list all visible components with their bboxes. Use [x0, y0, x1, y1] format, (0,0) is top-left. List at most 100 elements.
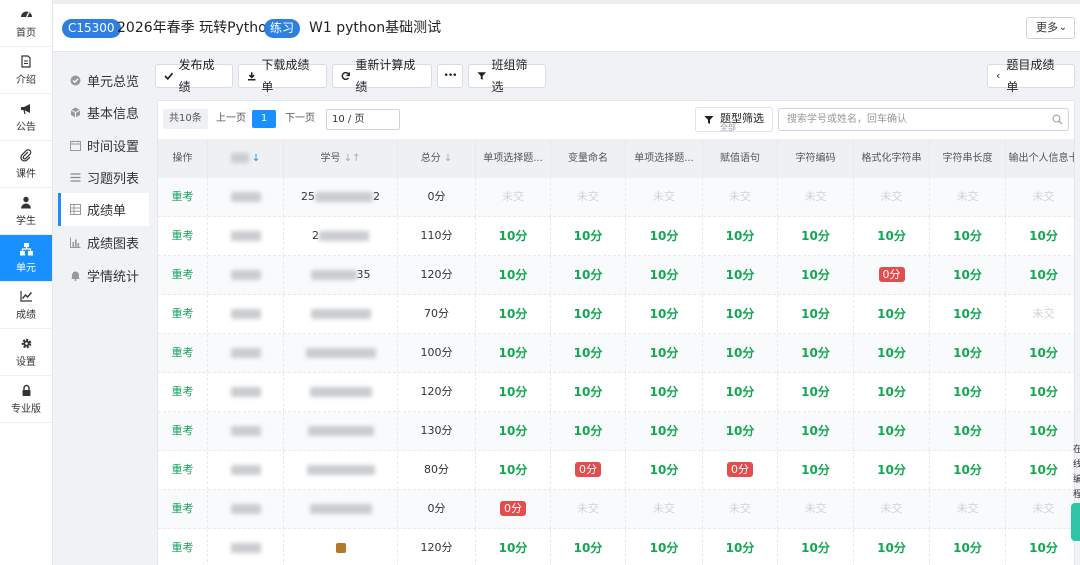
question-score-cell[interactable]: 10分: [930, 373, 1006, 411]
column-header-2[interactable]: 学号 ↓↑: [284, 139, 398, 178]
question-score-cell[interactable]: 10分: [854, 334, 930, 372]
question-score-cell[interactable]: 10分: [476, 373, 551, 411]
question-score-cell[interactable]: 10分: [930, 529, 1006, 565]
question-score-cell[interactable]: 0分: [551, 451, 626, 489]
rail-item-3[interactable]: 课件: [0, 141, 52, 188]
question-score-cell[interactable]: 10分: [476, 529, 551, 565]
question-score-cell[interactable]: 10分: [551, 295, 626, 333]
page-1-button[interactable]: 1: [252, 110, 276, 128]
question-score-cell[interactable]: 0分: [476, 490, 551, 528]
question-score-cell[interactable]: 10分: [551, 256, 626, 294]
question-score-cell[interactable]: 未交: [930, 490, 1006, 528]
question-score-cell[interactable]: 0分: [703, 451, 778, 489]
question-score-cell[interactable]: 10分: [1006, 256, 1074, 294]
question-score-cell[interactable]: 10分: [1006, 217, 1074, 255]
next-page-button[interactable]: 下一页: [285, 109, 315, 129]
question-score-cell[interactable]: 未交: [703, 490, 778, 528]
submenu-item-1[interactable]: 基本信息: [58, 96, 149, 129]
rail-item-4[interactable]: 学生: [0, 188, 52, 235]
question-score-cell[interactable]: 未交: [930, 178, 1006, 216]
rail-item-6[interactable]: 成绩: [0, 282, 52, 329]
question-score-cell[interactable]: 10分: [778, 217, 854, 255]
retake-button[interactable]: 重考: [158, 373, 208, 411]
online-coding-tab[interactable]: [1071, 503, 1080, 541]
question-score-cell[interactable]: 10分: [626, 451, 703, 489]
retake-button[interactable]: 重考: [158, 490, 208, 528]
retake-button[interactable]: 重考: [158, 334, 208, 372]
question-score-cell[interactable]: 10分: [778, 295, 854, 333]
question-score-cell[interactable]: 10分: [854, 412, 930, 450]
question-score-cell[interactable]: 未交: [1006, 490, 1074, 528]
retake-button[interactable]: 重考: [158, 529, 208, 565]
rail-item-8[interactable]: 专业版: [0, 376, 52, 423]
question-score-cell[interactable]: 10分: [854, 451, 930, 489]
question-score-cell[interactable]: 10分: [551, 334, 626, 372]
question-score-cell[interactable]: 未交: [854, 178, 930, 216]
rail-item-0[interactable]: 首页: [0, 0, 52, 47]
question-score-cell[interactable]: 未交: [778, 178, 854, 216]
download-scores-button[interactable]: 下载成绩单: [238, 58, 327, 94]
question-score-cell[interactable]: 10分: [703, 412, 778, 450]
submenu-item-2[interactable]: 时间设置: [58, 129, 149, 162]
submenu-item-6[interactable]: 学情统计: [58, 259, 149, 292]
retake-button[interactable]: 重考: [158, 295, 208, 333]
question-score-cell[interactable]: 未交: [1006, 178, 1074, 216]
question-score-cell[interactable]: 未交: [551, 490, 626, 528]
question-score-cell[interactable]: 10分: [930, 217, 1006, 255]
question-score-cell[interactable]: 10分: [703, 334, 778, 372]
question-score-cell[interactable]: 未交: [476, 178, 551, 216]
question-score-cell[interactable]: 10分: [930, 412, 1006, 450]
question-score-cell[interactable]: 10分: [626, 334, 703, 372]
rail-item-1[interactable]: 介绍: [0, 47, 52, 94]
question-score-cell[interactable]: 10分: [930, 295, 1006, 333]
retake-button[interactable]: 重考: [158, 256, 208, 294]
recalculate-scores-button[interactable]: 重新计算成绩: [332, 58, 432, 94]
question-score-cell[interactable]: 10分: [1006, 373, 1074, 411]
question-score-cell[interactable]: 10分: [854, 217, 930, 255]
question-type-filter-button[interactable]: 题型筛选 全部: [695, 107, 773, 132]
question-score-cell[interactable]: 10分: [1006, 529, 1074, 565]
more-actions-button[interactable]: •••: [437, 64, 463, 88]
column-header-1[interactable]: ↓: [208, 139, 284, 178]
question-score-cell[interactable]: 未交: [626, 178, 703, 216]
question-score-cell[interactable]: 10分: [854, 373, 930, 411]
question-score-cell[interactable]: 10分: [778, 373, 854, 411]
question-score-cell[interactable]: 10分: [626, 217, 703, 255]
question-score-cell[interactable]: 未交: [626, 490, 703, 528]
more-dropdown-button[interactable]: 更多 ⌄: [1026, 17, 1075, 39]
publish-scores-button[interactable]: 发布成绩: [155, 58, 233, 94]
question-score-cell[interactable]: 未交: [703, 178, 778, 216]
question-score-cell[interactable]: 未交: [551, 178, 626, 216]
question-score-cell[interactable]: 10分: [1006, 334, 1074, 372]
column-header-3[interactable]: 总分 ↓: [398, 139, 476, 178]
rail-item-2[interactable]: 公告: [0, 94, 52, 141]
question-score-cell[interactable]: 10分: [551, 412, 626, 450]
group-filter-button[interactable]: 班组筛选: [468, 58, 546, 94]
question-score-cell[interactable]: 10分: [476, 256, 551, 294]
question-score-cell[interactable]: 10分: [930, 256, 1006, 294]
submenu-item-3[interactable]: 习题列表: [58, 161, 149, 194]
question-score-cell[interactable]: 0分: [854, 256, 930, 294]
question-score-cell[interactable]: 10分: [854, 529, 930, 565]
question-score-cell[interactable]: 10分: [1006, 412, 1074, 450]
question-score-cell[interactable]: 10分: [626, 256, 703, 294]
prev-page-button[interactable]: 上一页: [216, 109, 246, 129]
question-score-cell[interactable]: 未交: [778, 490, 854, 528]
page-size-select[interactable]: 10 / 页: [326, 109, 400, 130]
retake-button[interactable]: 重考: [158, 412, 208, 450]
rail-item-7[interactable]: 设置: [0, 329, 52, 376]
question-score-cell[interactable]: 10分: [626, 295, 703, 333]
question-score-cell[interactable]: 10分: [551, 529, 626, 565]
question-score-cell[interactable]: 10分: [1006, 451, 1074, 489]
question-score-cell[interactable]: 10分: [778, 529, 854, 565]
retake-button[interactable]: 重考: [158, 451, 208, 489]
question-score-cell[interactable]: 10分: [551, 217, 626, 255]
question-score-cell[interactable]: 10分: [551, 373, 626, 411]
question-score-cell[interactable]: 10分: [476, 451, 551, 489]
question-score-cell[interactable]: 10分: [626, 373, 703, 411]
question-score-cell[interactable]: 10分: [703, 373, 778, 411]
submenu-item-0[interactable]: 单元总览: [58, 64, 149, 97]
submenu-item-4[interactable]: 成绩单: [58, 193, 149, 226]
question-score-cell[interactable]: 10分: [930, 451, 1006, 489]
search-input[interactable]: 搜索学号或姓名，回车确认: [778, 108, 1069, 131]
